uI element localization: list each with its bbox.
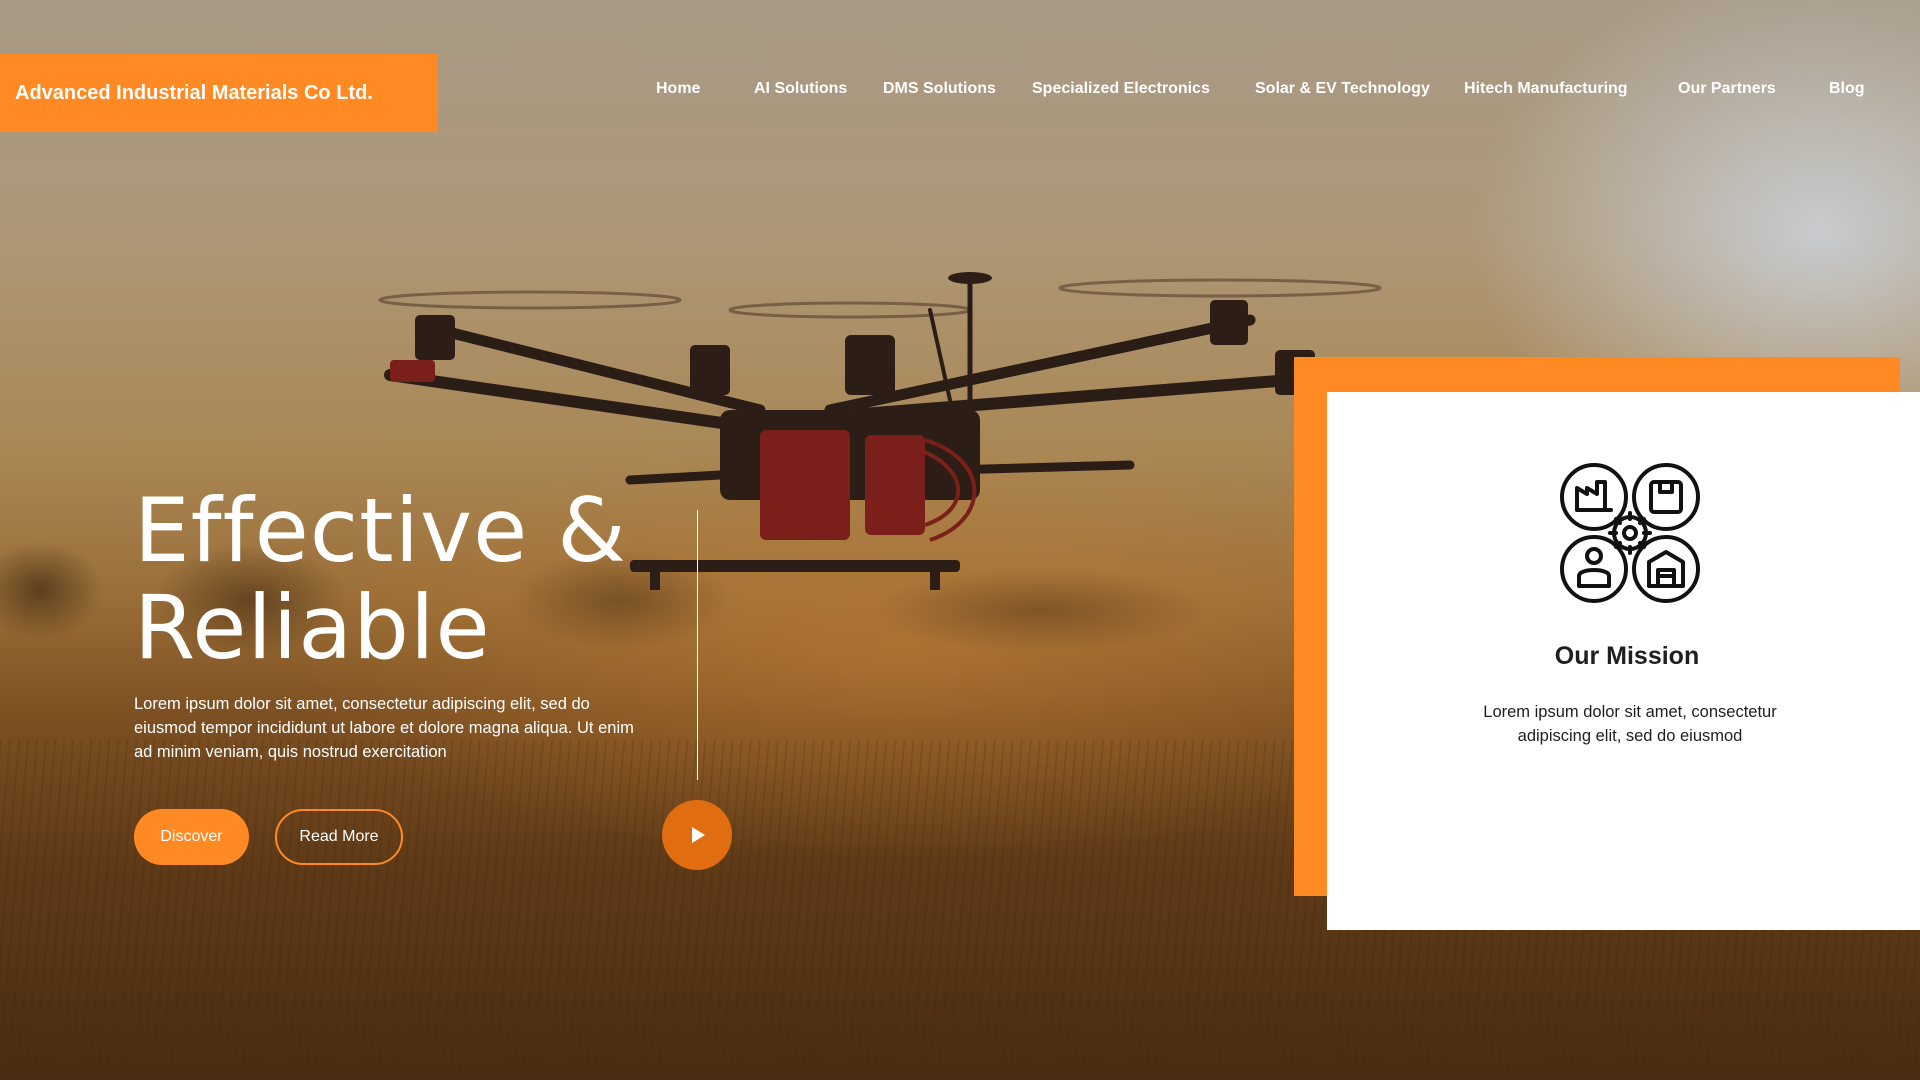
play-icon [692,827,705,843]
nav-item-hitech-manufacturing[interactable]: Hitech Manufacturing [1464,80,1628,98]
play-video-button[interactable] [662,800,732,870]
mission-text: Lorem ipsum dolor sit amet, consectetur … [1483,703,1777,745]
discover-button[interactable]: Discover [134,809,249,865]
hero-title: Effective & Reliable [134,482,627,676]
main-nav: Home AI Solutions DMS Solutions Speciali… [0,80,1920,104]
nav-item-ai-solutions[interactable]: AI Solutions [754,80,847,98]
nav-item-our-partners[interactable]: Our Partners [1678,80,1776,98]
read-more-button-label: Read More [299,828,379,845]
hero-title-line-1: Effective & [134,479,627,582]
hero-title-line-2: Reliable [134,576,491,679]
discover-button-label: Discover [160,828,223,845]
hero-description: Lorem ipsum dolor sit amet, consectetur … [134,695,634,761]
nav-item-blog[interactable]: Blog [1829,80,1865,98]
industry-gear-icon [1560,463,1700,603]
nav-item-specialized-electronics[interactable]: Specialized Electronics [1032,80,1210,98]
read-more-button[interactable]: Read More [275,809,403,865]
nav-item-solar-ev-technology[interactable]: Solar & EV Technology [1255,80,1430,98]
mission-title: Our Mission [1554,642,1700,670]
hero-divider [697,510,698,780]
nav-item-home[interactable]: Home [656,80,700,98]
nav-item-dms-solutions[interactable]: DMS Solutions [883,80,996,98]
